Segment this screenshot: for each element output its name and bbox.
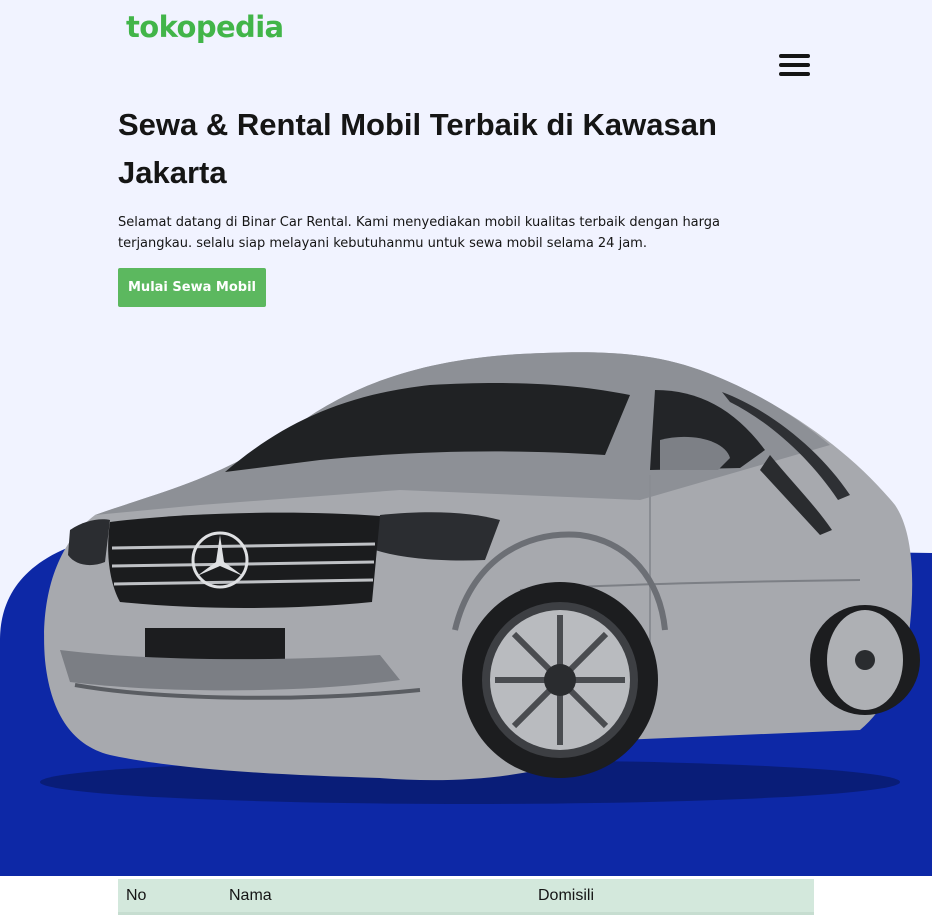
data-table: No Nama Domisili (118, 879, 814, 915)
column-header-nama: Nama (221, 879, 530, 915)
car-image (40, 352, 920, 804)
column-header-no: No (118, 879, 221, 915)
hero-section: tokopedia Sewa & Rental Mobil Terbaik di… (0, 0, 932, 876)
tokopedia-logo[interactable]: tokopedia (126, 10, 284, 44)
page-title: Sewa & Rental Mobil Terbaik di Kawasan J… (118, 107, 717, 190)
column-header-domisili: Domisili (530, 879, 814, 915)
start-rent-button[interactable]: Mulai Sewa Mobil (118, 268, 266, 307)
table-header-row: No Nama Domisili (118, 879, 814, 915)
hero-description: Selamat datang di Binar Car Rental. Kami… (118, 215, 720, 251)
hamburger-menu-icon[interactable] (779, 53, 810, 77)
